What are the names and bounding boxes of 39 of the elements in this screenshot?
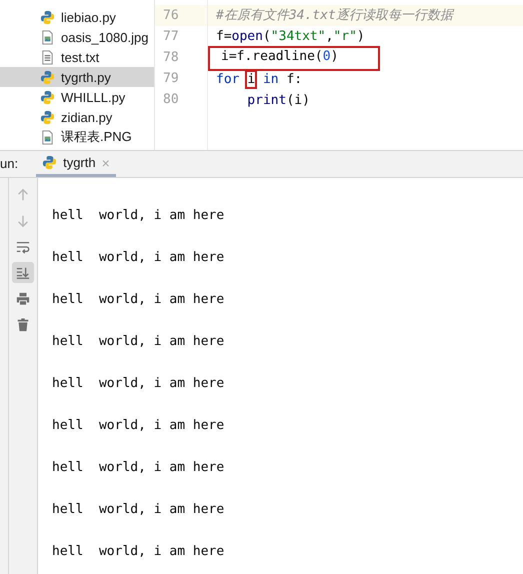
console-output-line: hell world, i am here bbox=[52, 291, 224, 309]
console-output-line: hell world, i am here bbox=[52, 249, 224, 267]
python-icon bbox=[40, 70, 55, 84]
line-number: 80 bbox=[162, 91, 180, 109]
code-line: for i in f: bbox=[215, 71, 304, 89]
python-icon bbox=[40, 110, 55, 124]
file-tree-item[interactable]: oasis_1080.jpg bbox=[0, 27, 154, 47]
image-file-icon bbox=[40, 130, 55, 144]
console-output-line: hell world, i am here bbox=[52, 207, 224, 225]
code-line: f=open("34txt","r") bbox=[215, 28, 366, 46]
line-number: 78 bbox=[162, 49, 180, 67]
run-tab[interactable]: tygrth × bbox=[36, 151, 116, 177]
console-output-line: hell world, i am here bbox=[52, 417, 224, 435]
file-tree-item[interactable]: liebiao.py bbox=[0, 7, 154, 27]
console-output-line: hell world, i am here bbox=[52, 459, 224, 477]
file-tree-item[interactable]: tygrth.py bbox=[0, 67, 154, 87]
text-file-icon bbox=[40, 50, 55, 64]
line-number: 77 bbox=[162, 28, 180, 46]
console-output-line: hell world, i am here bbox=[52, 501, 224, 519]
soft-wrap-icon[interactable] bbox=[16, 240, 30, 254]
image-file-icon bbox=[40, 30, 55, 44]
console-output-line: hell world, i am here bbox=[52, 375, 224, 393]
printer-icon[interactable] bbox=[16, 292, 30, 306]
python-icon bbox=[40, 90, 55, 104]
file-tree-item[interactable]: 课程表.PNG bbox=[0, 127, 154, 147]
file-tree-item[interactable]: test.txt bbox=[0, 47, 154, 67]
run-label: un: bbox=[0, 155, 18, 173]
toolbar-button[interactable] bbox=[12, 262, 34, 283]
console-output-line: hell world, i am here bbox=[52, 543, 224, 561]
code-line: print(i) bbox=[246, 92, 311, 110]
trash-icon[interactable] bbox=[16, 318, 30, 332]
python-icon bbox=[42, 155, 58, 170]
file-tree-item[interactable]: WHILLL.py bbox=[0, 87, 154, 107]
python-icon bbox=[40, 10, 55, 24]
line-number: 76 bbox=[155, 5, 207, 26]
console-output-line: hell world, i am here bbox=[52, 333, 224, 351]
scroll-to-end-icon[interactable] bbox=[16, 266, 30, 280]
file-tree-item[interactable]: zidian.py bbox=[0, 107, 154, 127]
line-number: 79 bbox=[162, 70, 180, 88]
